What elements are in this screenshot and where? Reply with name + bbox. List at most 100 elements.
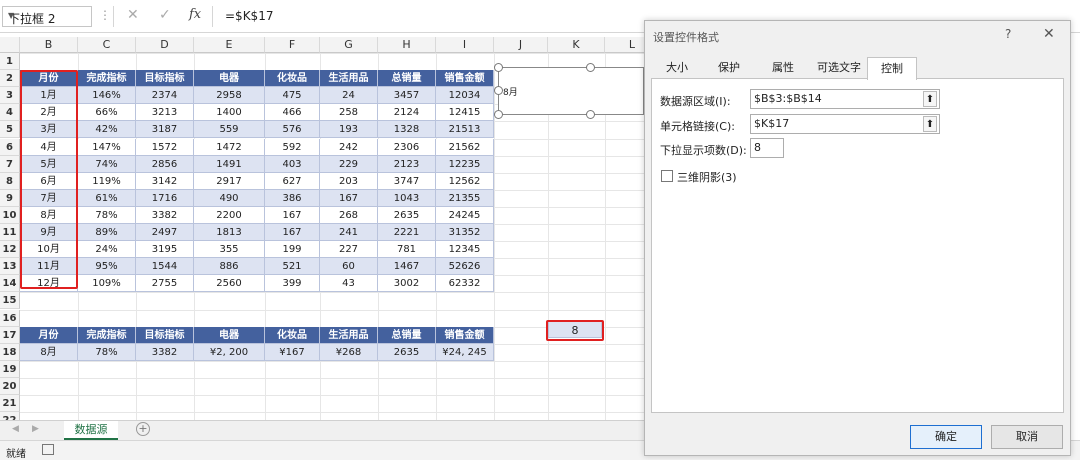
tab-properties[interactable]: 属性 [757,57,809,79]
table-cell[interactable]: ¥2, 200 [194,343,265,361]
table-cell[interactable]: 2635 [378,343,436,361]
table-cell[interactable]: 2917 [194,172,265,190]
add-sheet-icon[interactable]: + [136,422,150,436]
close-icon[interactable]: ✕ [1043,26,1055,42]
row-header[interactable]: 18 [0,343,20,361]
table-cell[interactable]: 销售金额 [436,326,494,344]
tab-protection[interactable]: 保护 [703,57,755,79]
table-cell[interactable]: 147% [78,138,136,156]
table-cell[interactable]: 1716 [136,189,194,207]
table-cell[interactable]: 化妆品 [265,326,320,344]
table-cell[interactable]: 89% [78,224,136,242]
row-header[interactable]: 15 [0,292,20,310]
table-cell[interactable]: 78% [78,343,136,361]
row-header[interactable]: 21 [0,395,20,413]
table-cell[interactable]: 31352 [436,224,494,242]
table-cell[interactable]: 月份 [20,326,78,344]
row-header[interactable]: 16 [0,309,20,327]
resize-handle[interactable] [494,63,503,72]
table-cell[interactable]: 3213 [136,104,194,122]
table-cell[interactable]: 21562 [436,138,494,156]
prev-sheet-icon[interactable]: ◀ [12,424,19,434]
table-cell[interactable]: 8月 [20,343,78,361]
name-box[interactable]: 下拉框 2 ▼ [2,6,92,27]
table-cell[interactable]: 42% [78,121,136,139]
table-cell[interactable]: 62332 [436,275,494,293]
table-cell[interactable]: 386 [265,189,320,207]
table-cell[interactable]: 24% [78,241,136,259]
table-cell[interactable]: 3382 [136,206,194,224]
table-cell[interactable]: 1400 [194,104,265,122]
table-cell[interactable]: 2497 [136,224,194,242]
table-cell[interactable]: 2374 [136,87,194,105]
row-header[interactable]: 20 [0,377,20,395]
table-cell[interactable]: 521 [265,258,320,276]
table-cell[interactable]: 完成指标 [78,326,136,344]
table-cell[interactable]: 399 [265,275,320,293]
table-cell[interactable]: 销售金额 [436,70,494,88]
table-cell[interactable]: 24 [320,87,378,105]
table-cell[interactable]: 24245 [436,206,494,224]
table-cell[interactable]: 2856 [136,155,194,173]
column-header[interactable]: E [194,37,265,53]
table-cell[interactable]: 2306 [378,138,436,156]
table-cell[interactable]: 242 [320,138,378,156]
table-cell[interactable]: 74% [78,155,136,173]
resize-handle[interactable] [586,110,595,119]
table-cell[interactable]: 总销量 [378,326,436,344]
resize-handle[interactable] [494,110,503,119]
column-header[interactable]: J [494,37,548,53]
column-header[interactable]: H [378,37,436,53]
row-header[interactable]: 5 [0,121,20,139]
resize-handle[interactable] [586,63,595,72]
table-cell[interactable]: 2635 [378,206,436,224]
table-cell[interactable]: 559 [194,121,265,139]
table-cell[interactable]: 1467 [378,258,436,276]
row-header[interactable]: 8 [0,172,20,190]
table-cell[interactable]: 475 [265,87,320,105]
table-cell[interactable]: 2755 [136,275,194,293]
ok-button[interactable]: 确定 [910,425,982,449]
table-cell[interactable]: 总销量 [378,70,436,88]
row-header[interactable]: 10 [0,206,20,224]
table-cell[interactable]: 3747 [378,172,436,190]
table-cell[interactable]: 12562 [436,172,494,190]
row-header[interactable]: 4 [0,104,20,122]
macro-record-icon[interactable] [42,444,54,455]
help-icon[interactable]: ? [1005,27,1011,41]
table-cell[interactable]: 2221 [378,224,436,242]
row-header[interactable]: 3 [0,87,20,105]
table-cell[interactable]: 241 [320,224,378,242]
table-cell[interactable]: 119% [78,172,136,190]
table-cell[interactable]: 1472 [194,138,265,156]
table-cell[interactable]: 52626 [436,258,494,276]
row-header[interactable]: 2 [0,70,20,88]
table-cell[interactable]: 229 [320,155,378,173]
table-cell[interactable]: 466 [265,104,320,122]
table-cell[interactable]: 12034 [436,87,494,105]
table-cell[interactable]: 66% [78,104,136,122]
table-cell[interactable]: 目标指标 [136,70,194,88]
table-cell[interactable]: 1491 [194,155,265,173]
table-cell[interactable]: 1572 [136,138,194,156]
table-cell[interactable]: 193 [320,121,378,139]
row-header[interactable]: 9 [0,189,20,207]
dropdown-control[interactable]: 8月 [498,67,644,115]
table-cell[interactable]: 627 [265,172,320,190]
table-cell[interactable]: 78% [78,206,136,224]
table-cell[interactable]: 403 [265,155,320,173]
row-header[interactable]: 12 [0,241,20,259]
table-cell[interactable]: 生活用品 [320,326,378,344]
table-cell[interactable]: 781 [378,241,436,259]
sheet-tab-data-source[interactable]: 数据源 [64,421,118,440]
table-cell[interactable]: 355 [194,241,265,259]
row-header[interactable]: 17 [0,326,20,344]
next-sheet-icon[interactable]: ▶ [32,424,39,434]
table-cell[interactable]: 12345 [436,241,494,259]
table-cell[interactable]: 268 [320,206,378,224]
table-cell[interactable]: 1043 [378,189,436,207]
table-cell[interactable]: 199 [265,241,320,259]
collapse-range-icon[interactable]: ⬆ [923,91,937,107]
input-range-field[interactable]: $B$3:$B$14 ⬆ [750,89,940,109]
table-cell[interactable]: 61% [78,189,136,207]
